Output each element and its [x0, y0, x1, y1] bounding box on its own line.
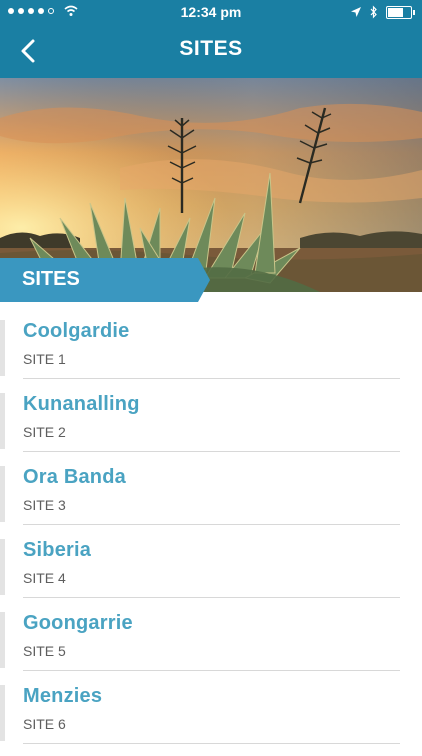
bluetooth-icon: [370, 5, 377, 19]
list-item-marker: [0, 685, 5, 741]
sites-list: Coolgardie SITE 1 Kunanalling SITE 2 Ora…: [0, 318, 422, 756]
site-code: SITE 3: [23, 497, 66, 513]
list-item-marker: [0, 539, 5, 595]
site-code: SITE 5: [23, 643, 66, 659]
site-name: Goongarrie: [23, 612, 133, 634]
divider: [23, 670, 400, 671]
location-arrow-icon: [351, 7, 361, 17]
list-item-marker: [0, 320, 5, 376]
list-item-marker: [0, 466, 5, 522]
section-heading: SITES: [22, 268, 80, 290]
site-name: Menzies: [23, 685, 103, 707]
navigation-bar: SITES: [0, 24, 422, 78]
page-title: SITES: [179, 37, 243, 60]
list-item-site-5[interactable]: Goongarrie SITE 5: [0, 610, 422, 683]
site-code: SITE 4: [23, 570, 66, 586]
divider: [23, 524, 400, 525]
list-item-site-2[interactable]: Kunanalling SITE 2: [0, 391, 422, 464]
site-name: Ora Banda: [23, 466, 126, 488]
list-item-site-6[interactable]: Menzies SITE 6: [0, 683, 422, 756]
site-name: Kunanalling: [23, 393, 140, 415]
divider: [23, 743, 400, 744]
list-item-marker: [0, 612, 5, 668]
site-code: SITE 1: [23, 351, 66, 367]
divider: [23, 597, 400, 598]
site-code: SITE 2: [23, 424, 66, 440]
list-item-site-1[interactable]: Coolgardie SITE 1: [0, 318, 422, 391]
list-item-site-3[interactable]: Ora Banda SITE 3: [0, 464, 422, 537]
site-name: Siberia: [23, 539, 92, 561]
battery-icon: [386, 5, 415, 19]
divider: [23, 378, 400, 379]
list-item-site-4[interactable]: Siberia SITE 4: [0, 537, 422, 610]
list-item-marker: [0, 393, 5, 449]
site-name: Coolgardie: [23, 320, 130, 342]
status-bar: 12:34 pm: [0, 0, 422, 24]
divider: [23, 451, 400, 452]
site-code: SITE 6: [23, 716, 66, 732]
